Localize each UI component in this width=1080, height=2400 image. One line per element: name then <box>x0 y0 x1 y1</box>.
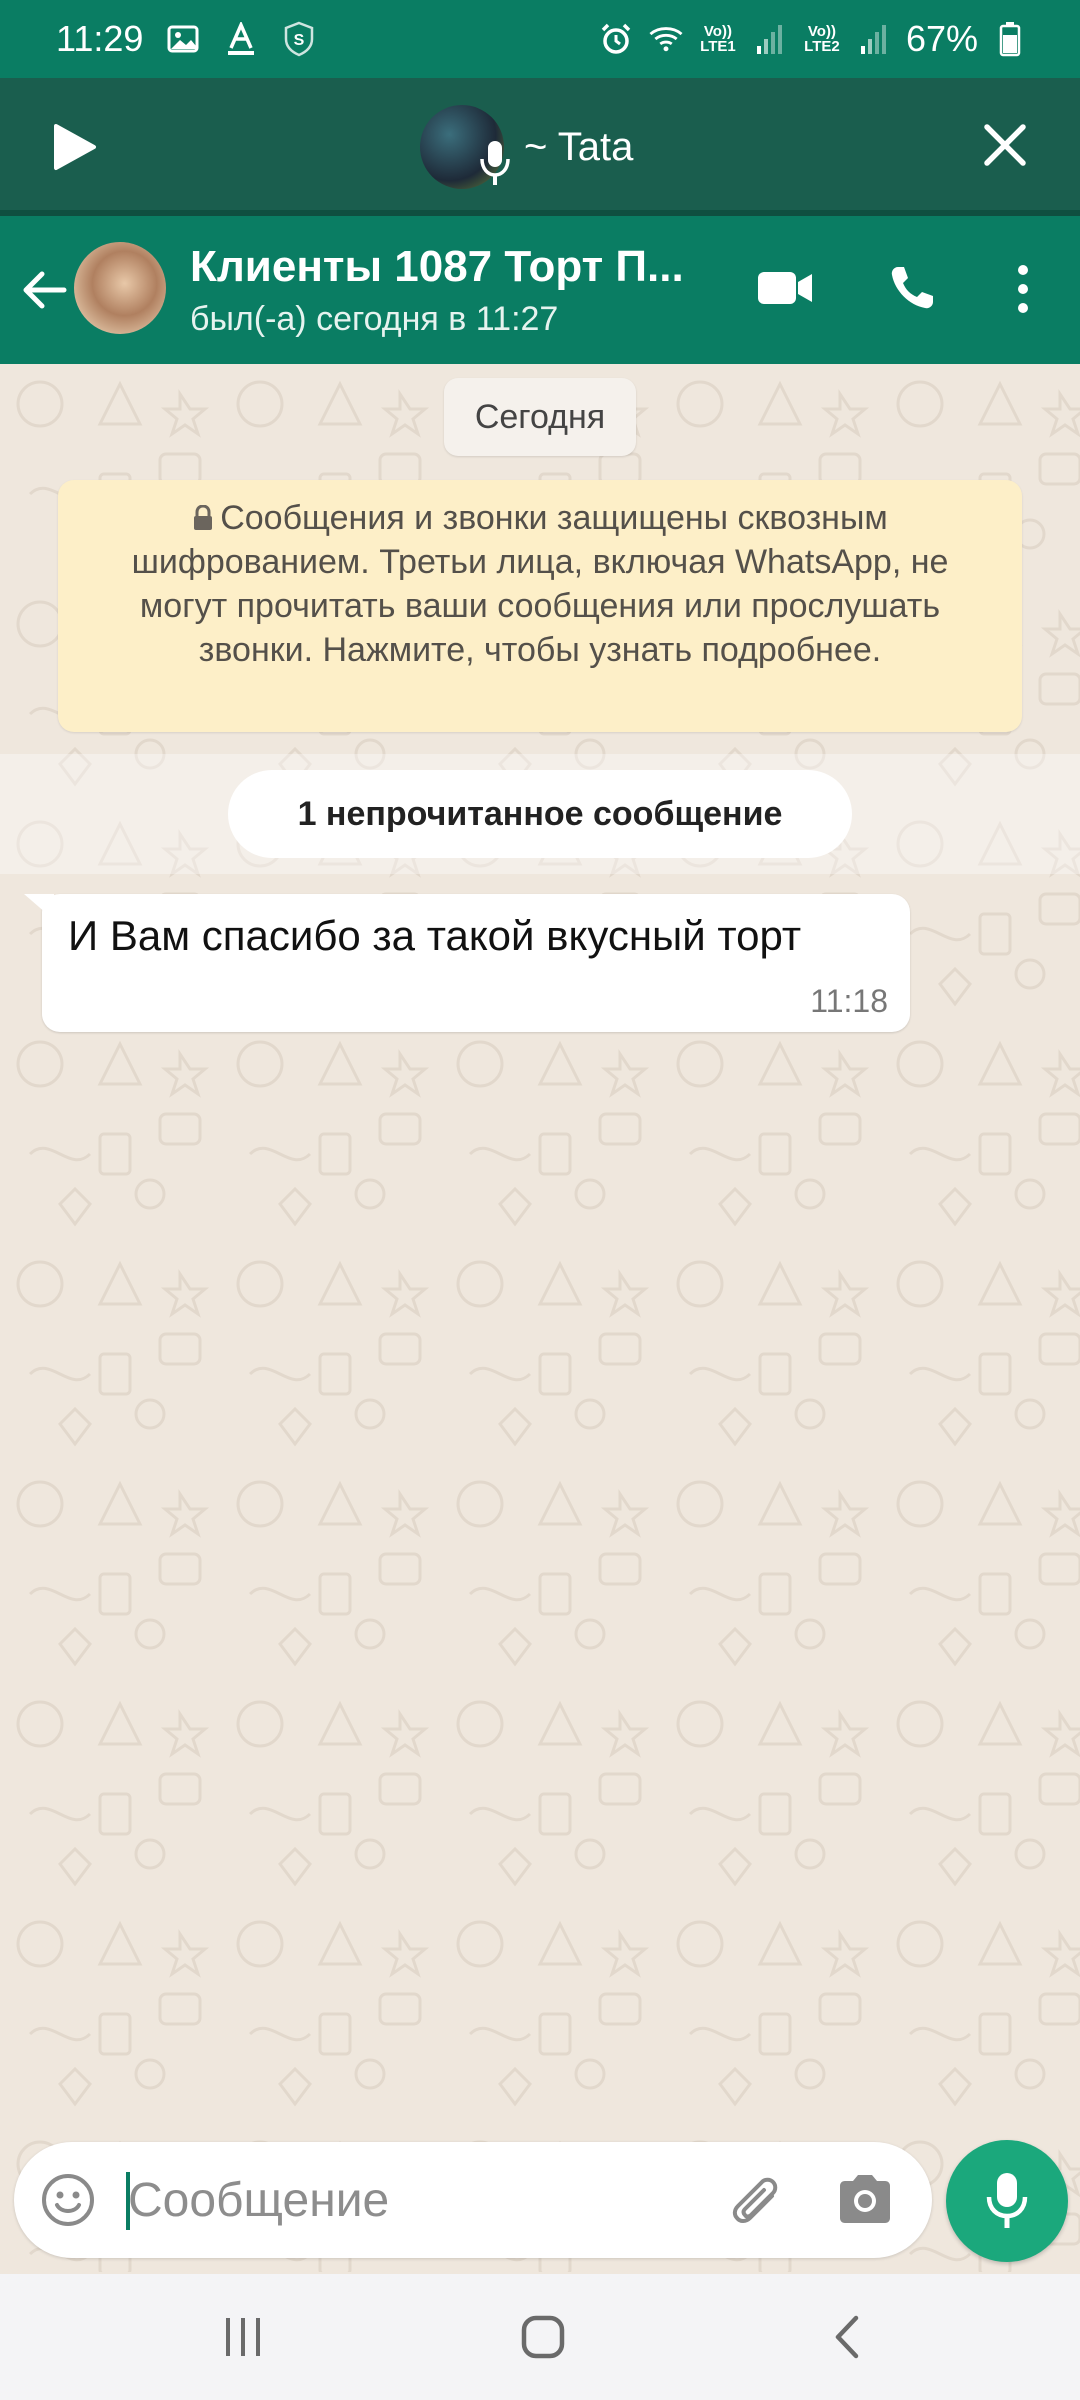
wifi-icon <box>648 21 684 57</box>
message-time: 11:18 <box>810 983 888 1019</box>
play-icon[interactable] <box>52 122 98 172</box>
message-text: И Вам спасибо за такой вкусный торт <box>68 912 802 959</box>
phone-call-icon[interactable] <box>888 264 936 312</box>
status-bar: 11:29 S Vo)) LTE1 Vo)) LTE2 67% <box>0 0 1080 78</box>
battery-percent: 67% <box>905 18 978 59</box>
last-seen-status: был(-а) сегодня в 11:27 <box>190 300 559 338</box>
home-icon[interactable] <box>520 2314 566 2360</box>
back-icon[interactable] <box>828 2314 868 2360</box>
close-icon[interactable] <box>982 122 1028 168</box>
camera-icon[interactable] <box>836 2172 894 2226</box>
message-bubble-incoming[interactable]: И Вам спасибо за такой вкусный торт 11:1… <box>24 894 910 1032</box>
message-input[interactable] <box>128 2162 688 2238</box>
paperclip-icon[interactable] <box>722 2168 784 2230</box>
recent-apps-icon[interactable] <box>222 2316 264 2358</box>
message-composer <box>14 2142 932 2258</box>
bubble-tail <box>24 894 54 920</box>
voice-sender-avatar <box>420 105 510 189</box>
mic-icon <box>986 2173 1028 2228</box>
text-a-icon <box>223 21 259 57</box>
svg-text:S: S <box>294 32 305 49</box>
encryption-notice-text: Сообщения и звонки защищены сквозным шиф… <box>131 499 949 669</box>
voice-sender-name: ~ Tata <box>524 124 634 169</box>
sim2-label: Vo)) LTE2 <box>804 23 840 55</box>
sim1-label: Vo)) LTE1 <box>700 23 736 55</box>
voice-record-button[interactable] <box>946 2140 1068 2262</box>
status-time: 11:29 <box>56 18 144 59</box>
shield-s-icon: S <box>281 21 317 57</box>
contact-avatar[interactable] <box>74 242 166 334</box>
back-arrow-icon[interactable] <box>20 266 68 314</box>
gallery-icon <box>165 21 201 57</box>
contact-name[interactable]: Клиенты 1087 Торт П... <box>190 242 684 292</box>
battery-icon <box>992 21 1028 57</box>
alarm-icon <box>598 21 634 57</box>
whatsapp-chat-screen: 11:29 S Vo)) LTE1 Vo)) LTE2 67% ~ Tata К… <box>0 0 1080 2400</box>
emoji-icon[interactable] <box>40 2172 96 2228</box>
unread-messages-label: 1 непрочитанное сообщение <box>228 770 852 858</box>
signal-icon <box>856 21 892 57</box>
voice-sender: ~ Tata <box>420 105 633 189</box>
date-separator: Сегодня <box>444 378 636 456</box>
video-call-icon[interactable] <box>756 266 814 310</box>
encryption-notice[interactable]: Сообщения и звонки защищены сквозным шиф… <box>58 480 1022 732</box>
chat-area[interactable]: Сегодня Сообщения и звонки защищены скво… <box>0 364 1080 2272</box>
unread-divider: 1 непрочитанное сообщение <box>0 754 1080 874</box>
chat-header: Клиенты 1087 Торт П... был(-а) сегодня в… <box>0 216 1080 364</box>
signal-icon <box>752 21 788 57</box>
voice-message-bar[interactable]: ~ Tata <box>0 78 1080 216</box>
lock-icon <box>192 498 214 530</box>
mic-icon <box>478 139 512 187</box>
system-nav-bar <box>0 2274 1080 2400</box>
more-vert-icon[interactable] <box>1008 262 1038 316</box>
